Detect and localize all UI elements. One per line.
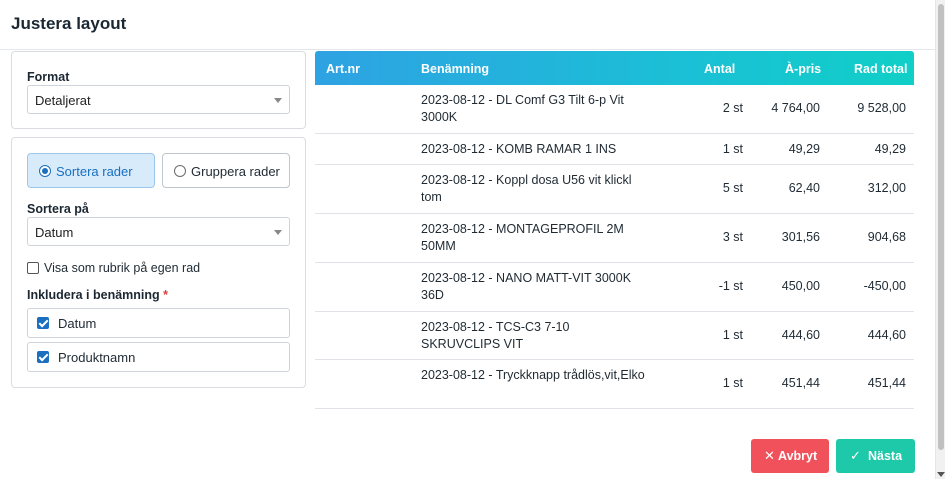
required-mark: * — [163, 288, 169, 302]
cell-total: 49,29 — [874, 141, 906, 156]
table-row: 2023-08-12 - TCS-C3 7-10 SKRUVCLIPS VIT … — [315, 312, 914, 361]
cell-total: 444,60 — [867, 327, 906, 342]
sort-on-select-value: Datum — [35, 225, 74, 240]
include-date-checkbox[interactable] — [37, 317, 49, 329]
format-label: Format — [27, 70, 70, 84]
table-header: Art.nr Benämning Antal À-pris Rad total — [315, 51, 914, 85]
chevron-down-icon — [274, 230, 282, 235]
cell-qty: 3 st — [722, 230, 743, 245]
include-date-label: Datum — [58, 316, 97, 331]
table-row: 2023-08-12 - DL Comf G3 Tilt 6-p Vit 300… — [315, 85, 914, 134]
group-rows-toggle[interactable]: Gruppera rader — [162, 153, 290, 188]
header-artnr: Art.nr — [326, 62, 361, 76]
show-as-heading-row[interactable]: Visa som rubrik på egen rad — [27, 261, 287, 276]
scroll-down-arrow-icon[interactable] — [937, 472, 945, 477]
cell-price: 451,44 — [781, 376, 820, 391]
chevron-down-icon — [274, 98, 282, 103]
cell-name: 2023-08-12 - MONTAGEPROFIL 2M 50MM — [421, 222, 624, 254]
cell-price: 301,56 — [781, 230, 820, 245]
cell-name: 2023-08-12 - TCS-C3 7-10 SKRUVCLIPS VIT — [421, 319, 570, 351]
scrollbar-thumb[interactable] — [938, 4, 944, 450]
include-product-name-option[interactable]: Produktnamn — [27, 342, 290, 372]
table-row: 2023-08-12 - Koppl dosa U56 vit klickl t… — [315, 165, 914, 215]
cell-qty: -1 st — [718, 278, 743, 293]
include-label: Inkludera i benämning * — [27, 288, 168, 302]
cell-qty: 1 st — [722, 376, 743, 391]
cell-total: -450,00 — [863, 278, 906, 293]
table-row: 2023-08-12 - MONTAGEPROFIL 2M 50MM 3 st … — [315, 214, 914, 263]
sort-rows-label: Sortera rader — [56, 164, 133, 179]
cancel-button-label: Avbryt — [778, 449, 818, 463]
cell-name: 2023-08-12 - KOMB RAMAR 1 INS — [421, 141, 617, 156]
cell-name: 2023-08-12 - DL Comf G3 Tilt 6-p Vit 300… — [421, 93, 624, 124]
sort-panel: Sortera rader Gruppera rader Sortera på … — [11, 137, 306, 388]
show-as-heading-label: Visa som rubrik på egen rad — [44, 261, 201, 275]
header-total: Rad total — [854, 62, 908, 76]
cell-qty: 1 st — [722, 141, 743, 156]
dialog-title: Justera layout — [11, 14, 127, 33]
dialog-header: Justera layout — [0, 0, 935, 50]
cell-price: 49,29 — [788, 141, 820, 156]
cell-name: 2023-08-12 - Tryckknapp trådlös,vit,Elko — [421, 368, 645, 383]
cell-total: 312,00 — [867, 181, 906, 196]
next-button[interactable]: ✓ Nästa — [836, 439, 915, 473]
check-icon: ✓ — [850, 448, 861, 463]
cell-price: 444,60 — [781, 327, 820, 342]
format-select-value: Detaljerat — [35, 93, 91, 108]
cell-total: 9 528,00 — [857, 101, 906, 115]
group-rows-label: Gruppera rader — [191, 164, 280, 179]
radio-icon — [39, 165, 51, 177]
cancel-button[interactable]: ✕ Avbryt — [751, 439, 829, 473]
cell-total: 451,44 — [867, 376, 906, 391]
include-product-name-checkbox[interactable] — [37, 351, 49, 363]
close-icon: ✕ — [764, 448, 775, 463]
cell-qty: 2 st — [722, 101, 743, 115]
cell-qty: 1 st — [722, 327, 743, 342]
include-product-name-label: Produktnamn — [58, 350, 136, 365]
header-price: À-pris — [785, 62, 822, 76]
sort-on-label: Sortera på — [27, 202, 89, 216]
preview-table: Art.nr Benämning Antal À-pris Rad total … — [315, 51, 914, 410]
sort-rows-toggle[interactable]: Sortera rader — [27, 153, 155, 188]
sort-on-select[interactable]: Datum — [27, 217, 290, 246]
include-date-option[interactable]: Datum — [27, 308, 290, 338]
next-button-label: Nästa — [868, 449, 903, 463]
cell-qty: 5 st — [722, 181, 743, 196]
header-name: Benämning — [421, 62, 490, 76]
radio-icon — [174, 165, 186, 177]
include-label-text: Inkludera i benämning — [27, 288, 160, 302]
table-row: 2023-08-12 - Tryckknapp trådlös,vit,Elko… — [315, 360, 914, 410]
header-qty: Antal — [704, 62, 736, 76]
cell-price: 450,00 — [781, 278, 820, 293]
show-as-heading-checkbox[interactable] — [27, 262, 39, 274]
cell-total: 904,68 — [867, 230, 906, 245]
cell-name: 2023-08-12 - Koppl dosa U56 vit klickl t… — [421, 173, 632, 205]
table-row: 2023-08-12 - KOMB RAMAR 1 INS 1 st 49,29… — [315, 134, 914, 166]
cell-price: 4 764,00 — [771, 101, 820, 115]
cell-price: 62,40 — [788, 181, 820, 196]
format-panel: Format Detaljerat — [11, 51, 306, 129]
format-select[interactable]: Detaljerat — [27, 85, 290, 114]
cell-name: 2023-08-12 - NANO MATT-VIT 3000K 36D — [421, 270, 632, 302]
scrollbar[interactable] — [935, 0, 945, 479]
table-row: 2023-08-12 - NANO MATT-VIT 3000K 36D -1 … — [315, 263, 914, 312]
